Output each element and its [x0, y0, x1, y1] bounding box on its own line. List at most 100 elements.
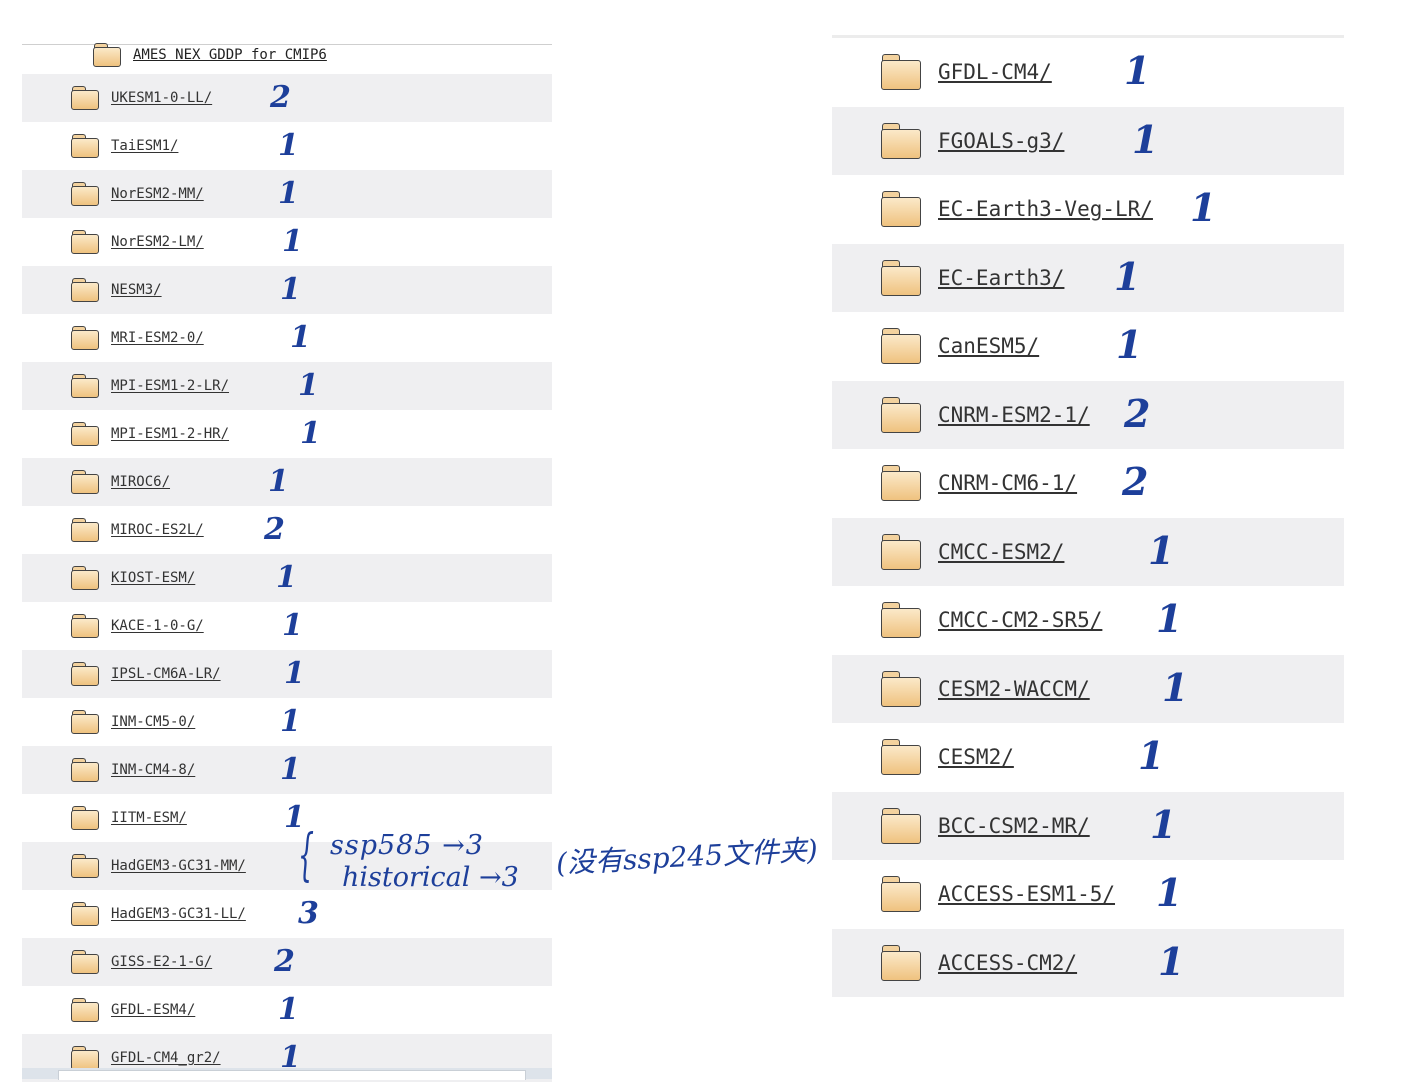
folder-row[interactable]: MIROC6/1: [22, 458, 552, 506]
folder-icon: [71, 422, 99, 446]
folder-row[interactable]: EC-Earth3-Veg-LR/1: [832, 175, 1344, 243]
folder-row[interactable]: GFDL-ESM4/1: [22, 986, 552, 1034]
folder-row[interactable]: MRI-ESM2-0/1: [22, 314, 552, 362]
handwritten-count: 2: [1122, 459, 1149, 504]
folder-icon: [71, 950, 99, 974]
handwritten-count: 1: [280, 704, 301, 739]
folder-icon: [881, 876, 921, 912]
folder-icon: [881, 465, 921, 501]
folder-row[interactable]: BCC-CSM2-MR/1: [832, 791, 1344, 860]
folder-link[interactable]: NorESM2-MM/: [111, 186, 204, 202]
folder-link[interactable]: UKESM1-0-LL/: [111, 90, 212, 106]
folder-link[interactable]: MIROC-ES2L/: [111, 522, 204, 538]
folder-link[interactable]: NorESM2-LM/: [111, 234, 204, 250]
folder-icon: [71, 710, 99, 734]
folder-link[interactable]: MRI-ESM2-0/: [111, 330, 204, 346]
folder-row[interactable]: IPSL-CM6A-LR/1: [22, 650, 552, 698]
folder-link[interactable]: ACCESS-ESM1-5/: [938, 882, 1115, 906]
folder-link[interactable]: HadGEM3-GC31-MM/: [111, 858, 246, 874]
folder-link[interactable]: CESM2-WACCM/: [938, 677, 1090, 701]
folder-icon: [71, 134, 99, 158]
folder-row[interactable]: CanESM5/1: [832, 312, 1344, 380]
folder-link[interactable]: CMCC-ESM2/: [938, 540, 1064, 564]
folder-row[interactable]: CNRM-CM6-1/2: [832, 449, 1344, 517]
folder-link[interactable]: GFDL-CM4/: [938, 60, 1052, 84]
folder-row[interactable]: KIOST-ESM/1: [22, 554, 552, 602]
folder-link[interactable]: BCC-CSM2-MR/: [938, 814, 1090, 838]
folder-icon: [881, 807, 921, 844]
left-folder-listing: AMES NEX GDDP for CMIP6 UKESM1-0-LL/2 Tai…: [22, 0, 552, 1082]
folder-row[interactable]: INM-CM4-8/1: [22, 746, 552, 794]
folder-row[interactable]: CESM2/1: [832, 723, 1344, 791]
folder-row[interactable]: ACCESS-ESM1-5/1: [832, 860, 1344, 928]
folder-link[interactable]: CESM2/: [938, 745, 1014, 769]
handwritten-count: 1: [1138, 733, 1165, 778]
folder-icon: [71, 230, 99, 254]
folder-link[interactable]: CMCC-CM2-SR5/: [938, 608, 1102, 632]
folder-row[interactable]: NorESM2-LM/1: [22, 218, 552, 266]
folder-link[interactable]: INM-CM5-0/: [111, 714, 195, 730]
folder-link[interactable]: FGOALS-g3/: [938, 129, 1064, 153]
folder-icon: [71, 278, 99, 302]
folder-link[interactable]: MIROC6/: [111, 474, 170, 490]
folder-row[interactable]: MPI-ESM1-2-HR/1: [22, 410, 552, 458]
folder-row[interactable]: MPI-ESM1-2-LR/1: [22, 362, 552, 410]
folder-row[interactable]: CMCC-CM2-SR5/1: [832, 586, 1344, 654]
listing-header-label[interactable]: AMES NEX GDDP for CMIP6: [133, 47, 327, 63]
folder-link[interactable]: IPSL-CM6A-LR/: [111, 666, 221, 682]
handwritten-count: 1: [1190, 185, 1217, 230]
handwritten-count: 1: [282, 224, 303, 259]
folder-row[interactable]: NESM3/1: [22, 266, 552, 314]
folder-icon: [881, 122, 921, 159]
folder-link[interactable]: KACE-1-0-G/: [111, 618, 204, 634]
handwritten-count: 1: [280, 272, 301, 307]
handwritten-count: 1: [1124, 48, 1151, 93]
folder-link[interactable]: ACCESS-CM2/: [938, 951, 1077, 975]
folder-link[interactable]: GISS-E2-1-G/: [111, 954, 212, 970]
annotation-ssp585: ssp585 →3: [330, 830, 484, 861]
handwritten-count: 2: [264, 512, 285, 547]
folder-icon: [71, 566, 99, 590]
folder-icon: [71, 758, 99, 782]
folder-row[interactable]: ACCESS-CM2/1: [832, 928, 1344, 997]
folder-row[interactable]: GISS-E2-1-G/2: [22, 938, 552, 986]
folder-row[interactable]: NorESM2-MM/1: [22, 170, 552, 218]
folder-icon: [881, 259, 921, 296]
folder-link[interactable]: EC-Earth3/: [938, 266, 1064, 290]
folder-link[interactable]: NESM3/: [111, 282, 162, 298]
folder-icon: [881, 54, 921, 90]
handwritten-count: 1: [1156, 596, 1183, 641]
folder-link[interactable]: MPI-ESM1-2-HR/: [111, 426, 229, 442]
handwritten-count: 1: [1162, 664, 1189, 710]
folder-link[interactable]: INM-CM4-8/: [111, 762, 195, 778]
horizontal-scrollbar[interactable]: [22, 1068, 552, 1080]
folder-row[interactable]: EC-Earth3/1: [832, 243, 1344, 312]
folder-row[interactable]: TaiESM1/1: [22, 122, 552, 170]
folder-link[interactable]: TaiESM1/: [111, 138, 178, 154]
folder-link[interactable]: GFDL-ESM4/: [111, 1002, 195, 1018]
folder-row[interactable]: KACE-1-0-G/1: [22, 602, 552, 650]
folder-row[interactable]: CMCC-ESM2/1: [832, 517, 1344, 586]
folder-icon: [881, 191, 921, 227]
folder-link[interactable]: CanESM5/: [938, 334, 1039, 358]
listing-header[interactable]: AMES NEX GDDP for CMIP6: [44, 42, 327, 68]
folder-row[interactable]: CNRM-ESM2-1/2: [832, 380, 1344, 449]
folder-row[interactable]: HadGEM3-GC31-LL/3: [22, 890, 552, 938]
folder-link[interactable]: MPI-ESM1-2-LR/: [111, 378, 229, 394]
folder-link[interactable]: CNRM-ESM2-1/: [938, 403, 1090, 427]
folder-link[interactable]: IITM-ESM/: [111, 810, 187, 826]
folder-row[interactable]: UKESM1-0-LL/2: [22, 74, 552, 122]
folder-row[interactable]: GFDL-CM4/1: [832, 38, 1344, 106]
folder-link[interactable]: HadGEM3-GC31-LL/: [111, 906, 246, 922]
folder-icon: [71, 1046, 99, 1070]
folder-row[interactable]: CESM2-WACCM/1: [832, 654, 1344, 723]
folder-row[interactable]: MIROC-ES2L/2: [22, 506, 552, 554]
folder-link[interactable]: GFDL-CM4_gr2/: [111, 1050, 221, 1066]
folder-row[interactable]: INM-CM5-0/1: [22, 698, 552, 746]
folder-row[interactable]: FGOALS-g3/1: [832, 106, 1344, 175]
folder-icon: [71, 86, 99, 110]
folder-link[interactable]: KIOST-ESM/: [111, 570, 195, 586]
folder-link[interactable]: CNRM-CM6-1/: [938, 471, 1077, 495]
folder-icon: [881, 670, 921, 707]
folder-link[interactable]: EC-Earth3-Veg-LR/: [938, 197, 1153, 221]
